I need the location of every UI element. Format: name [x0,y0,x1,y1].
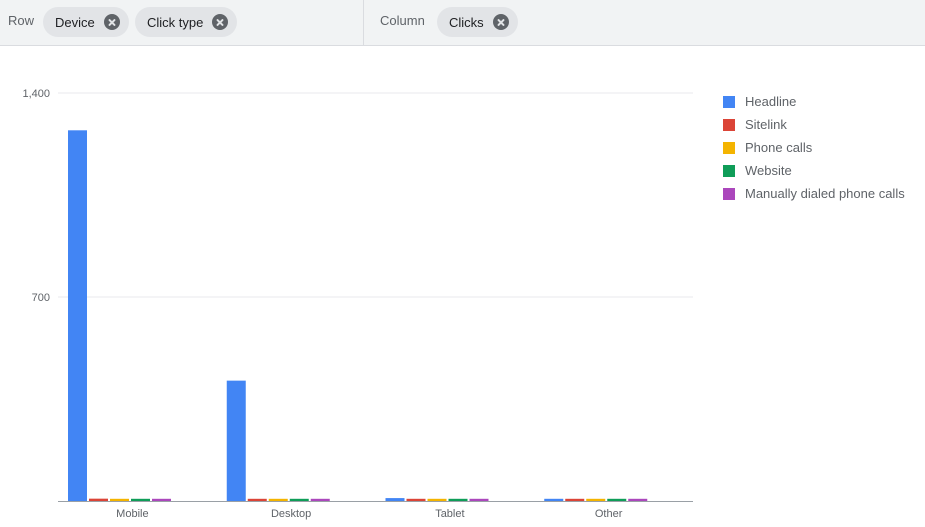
bar-phone-calls-tablet [427,498,447,501]
chart-legend: Headline Sitelink Phone calls Website Manual… [723,90,905,205]
legend-item: Manually dialed phone calls [723,182,905,205]
bar-manually-dialed-phone-calls-desktop [310,498,330,501]
legend-label: Phone calls [745,140,813,155]
bar-headline-other [544,498,564,501]
legend-swatch [723,95,735,108]
bar-headline-desktop [226,380,246,501]
legend-item: Headline [723,90,905,113]
toolbar-divider [363,0,364,45]
bar-phone-calls-desktop [268,498,288,501]
x-tick-label: Other [595,508,623,520]
x-tick-label: Desktop [271,508,311,520]
row-chip-device[interactable]: Device [43,7,129,37]
legend-item: Sitelink [723,113,905,136]
bar-headline-mobile [68,130,87,501]
bar-manually-dialed-phone-calls-other [628,498,648,501]
bar-sitelink-desktop [247,498,267,501]
column-group-label: Column [380,13,425,28]
bar-manually-dialed-phone-calls-mobile [152,498,171,501]
bar-website-mobile [131,498,150,501]
legend-swatch [723,118,735,131]
legend-swatch [723,187,735,200]
remove-icon[interactable] [492,14,509,30]
bar-website-desktop [289,498,309,501]
bar-sitelink-mobile [89,498,108,501]
bar-sitelink-other [565,498,585,501]
remove-icon[interactable] [212,14,229,30]
chip-label: Click type [147,14,204,30]
legend-item: Website [723,159,905,182]
chip-label: Clicks [449,14,484,30]
y-tick-label: 1,400 [22,88,50,100]
bar-website-other [607,498,627,501]
x-tick-label: Tablet [435,508,464,520]
row-group-label: Row [8,13,35,28]
legend-item: Phone calls [723,136,905,159]
bar-manually-dialed-phone-calls-tablet [469,498,489,501]
bar-phone-calls-other [586,498,606,501]
bar-website-tablet [448,498,468,501]
y-tick-label: 700 [32,292,50,304]
chip-label: Device [55,14,95,30]
remove-icon[interactable] [103,14,120,30]
column-chip-clicks[interactable]: Clicks [437,7,518,37]
legend-label: Manually dialed phone calls [745,186,905,201]
legend-swatch [723,164,735,177]
legend-label: Sitelink [745,117,787,132]
legend-label: Headline [745,94,797,109]
bar-phone-calls-mobile [110,498,129,501]
pivot-toolbar: Row Device Click type Column Clicks [0,0,925,46]
x-tick-label: Mobile [116,508,148,520]
legend-label: Website [745,163,792,178]
legend-swatch [723,141,735,154]
row-chip-click-type[interactable]: Click type [135,7,238,37]
bar-headline-tablet [385,498,405,501]
bar-sitelink-tablet [406,498,426,501]
